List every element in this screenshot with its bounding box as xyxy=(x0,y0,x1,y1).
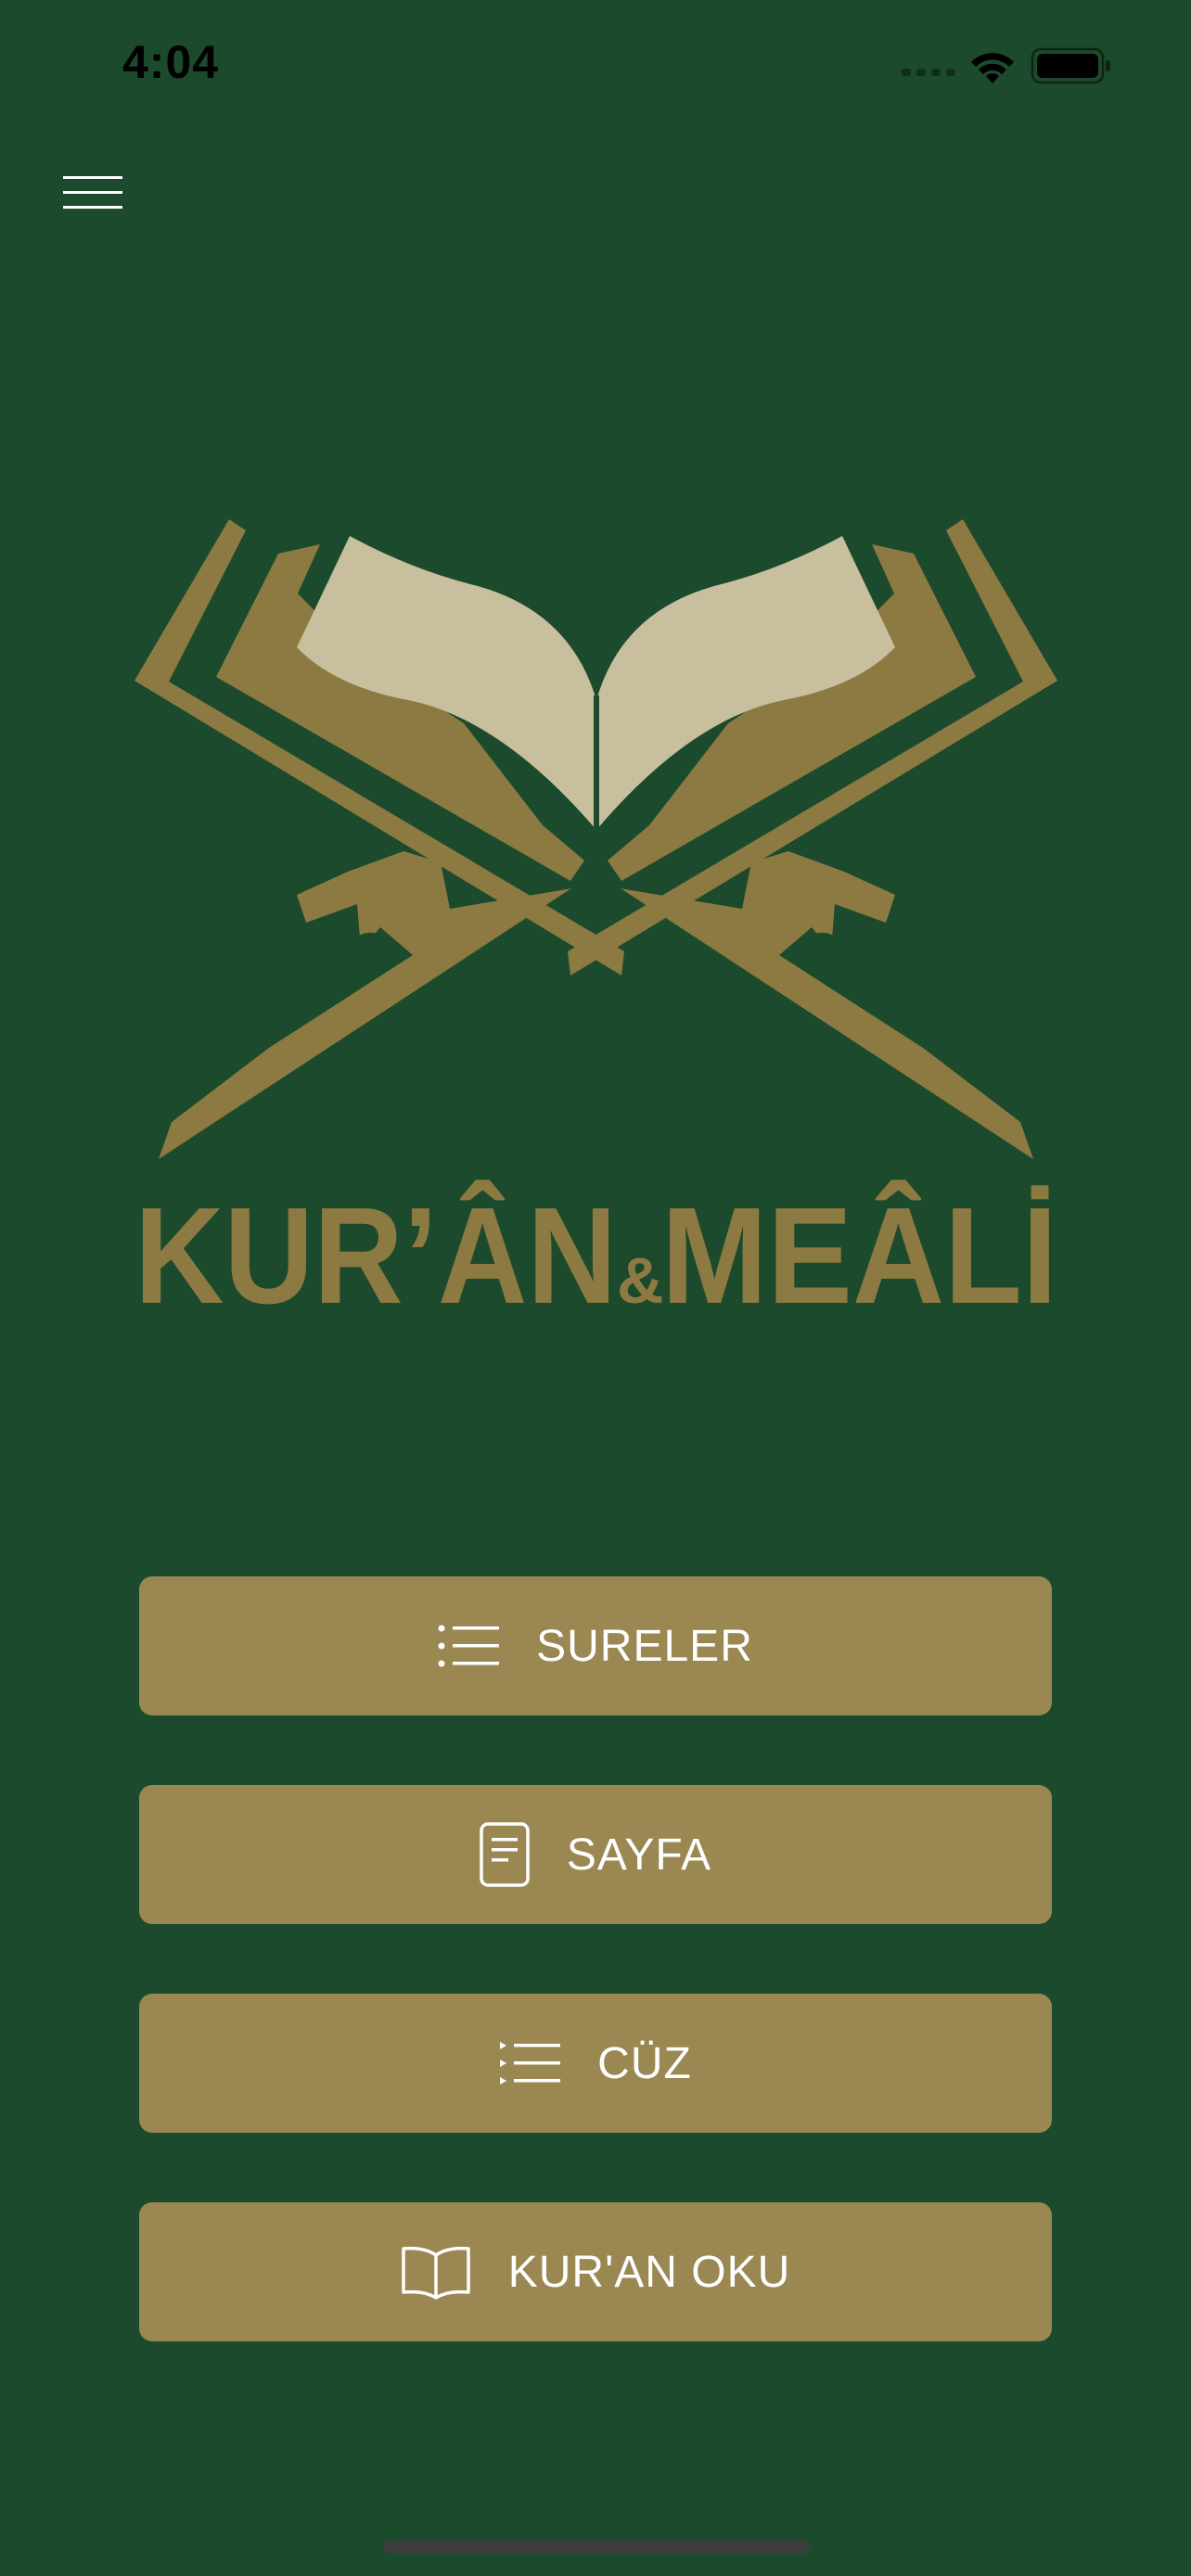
logo-text-tail: MEÂLİ xyxy=(661,1180,1057,1317)
kuran-oku-button[interactable]: KUR'AN OKU xyxy=(139,2202,1052,2341)
signal-icon xyxy=(902,69,955,76)
home-indicator[interactable] xyxy=(383,2541,810,2554)
battery-icon xyxy=(1031,47,1110,84)
sayfa-label: SAYFA xyxy=(566,1830,712,1880)
home-screen: 4:04 KUR’ÂN & MEÂLİ SURELER SAYFA CÜZ KU… xyxy=(0,0,1191,2576)
page-icon xyxy=(480,1822,530,1887)
list-play-icon xyxy=(499,2040,561,2086)
app-logo: KUR’ÂN & MEÂLİ xyxy=(134,519,1057,1317)
sayfa-button[interactable]: SAYFA xyxy=(139,1785,1052,1924)
book-open-icon xyxy=(401,2244,471,2300)
cuz-label: CÜZ xyxy=(597,2038,692,2088)
sureler-label: SURELER xyxy=(536,1621,753,1671)
cuz-button[interactable]: CÜZ xyxy=(139,1994,1052,2133)
status-icons xyxy=(902,47,1110,84)
sureler-button[interactable]: SURELER xyxy=(139,1576,1052,1715)
logo-text-main: KUR’ÂN xyxy=(134,1180,617,1317)
status-time: 4:04 xyxy=(122,36,220,88)
kuran-oku-label: KUR'AN OKU xyxy=(507,2247,791,2297)
hamburger-icon xyxy=(63,176,122,209)
logo-text-amp: & xyxy=(617,1244,664,1317)
menu-button[interactable] xyxy=(54,167,132,223)
list-icon xyxy=(438,1623,500,1669)
wifi-icon xyxy=(971,53,1014,83)
